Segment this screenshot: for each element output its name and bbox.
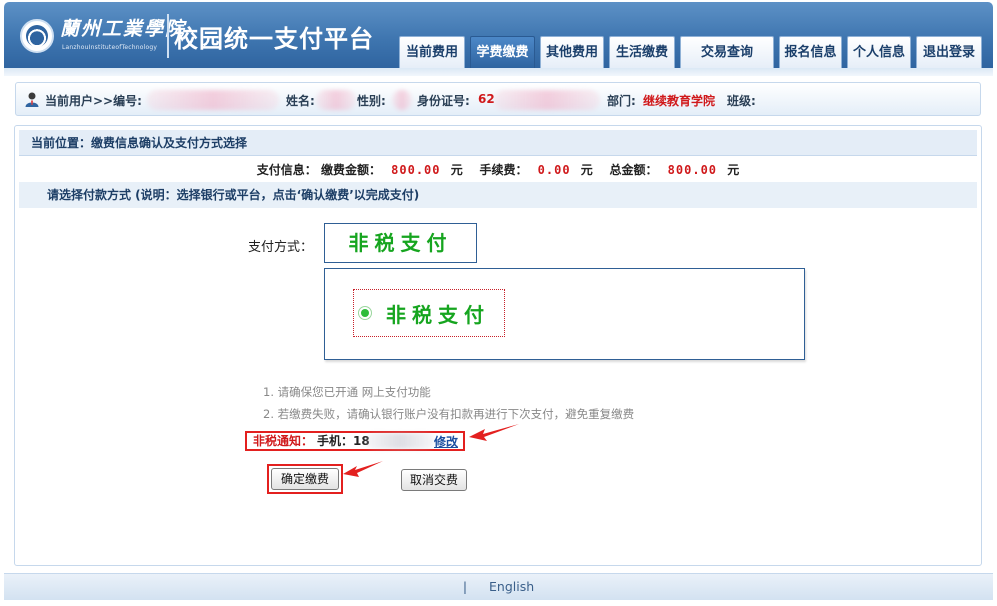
breadcrumb: 当前位置：缴费信息确认及支付方式选择 bbox=[19, 130, 977, 156]
tab-logout[interactable]: 退出登录 bbox=[916, 36, 982, 68]
id-number-label: 身份证号: bbox=[417, 94, 470, 108]
payment-method-instruction: 请选择付款方式 (说明：选择银行或平台，点击‘确认缴费’以完成支付) bbox=[19, 182, 977, 208]
current-user-label: 当前用户>>编号: bbox=[45, 94, 142, 108]
platform-title: 校园统一支付平台 bbox=[174, 25, 374, 53]
fee-label: 手续费： bbox=[479, 163, 528, 177]
gender-label: 性别: bbox=[357, 94, 386, 108]
total-label: 总金额： bbox=[609, 163, 658, 177]
payment-options-panel: 非税支付 bbox=[324, 268, 805, 360]
redacted-gender bbox=[392, 90, 412, 110]
footer-separator: | bbox=[462, 579, 468, 594]
cancel-payment-button[interactable]: 取消交费 bbox=[401, 469, 467, 491]
school-logo-icon bbox=[20, 19, 54, 53]
header-divider bbox=[167, 14, 169, 58]
tab-transaction-query[interactable]: 交易查询 bbox=[680, 36, 774, 68]
red-arrow-icon bbox=[469, 424, 519, 441]
page-footer: | English bbox=[4, 573, 993, 600]
header-band bbox=[4, 68, 993, 76]
user-icon bbox=[25, 92, 39, 107]
payment-option-nontax[interactable]: 非税支付 bbox=[353, 289, 505, 337]
class-label: 班级: bbox=[727, 94, 756, 108]
phone-label: 手机： bbox=[317, 434, 354, 448]
department-label: 部门: bbox=[607, 94, 636, 108]
tab-current-fees[interactable]: 当前费用 bbox=[399, 36, 465, 68]
payinfo-label: 支付信息： bbox=[256, 163, 317, 177]
english-link[interactable]: English bbox=[489, 579, 534, 594]
tab-tuition-payment[interactable]: 学费缴费 bbox=[470, 36, 535, 68]
confirm-button-highlight: 确定缴费 bbox=[267, 464, 343, 494]
note-2: 2. 若缴费失败，请确认银行账户没有扣款再进行下次支付，避免重复缴费 bbox=[263, 407, 635, 421]
tab-living-payment[interactable]: 生活缴费 bbox=[609, 36, 675, 68]
nontax-notice: 非税通知： 手机：18 修改 bbox=[245, 431, 465, 451]
confirm-payment-button[interactable]: 确定缴费 bbox=[271, 468, 339, 490]
total-unit: 元 bbox=[727, 163, 740, 177]
fee-value: 0.00 bbox=[537, 163, 571, 177]
redacted-id-number bbox=[494, 90, 600, 110]
modify-phone-link[interactable]: 修改 bbox=[434, 434, 458, 450]
name-label: 姓名: bbox=[286, 94, 315, 108]
total-value: 800.00 bbox=[667, 163, 718, 177]
tab-registration-info[interactable]: 报名信息 bbox=[779, 36, 842, 68]
tab-personal-info[interactable]: 个人信息 bbox=[847, 36, 911, 68]
main-panel: 当前位置：缴费信息确认及支付方式选择 支付信息： 缴费金额： 800.00 元 … bbox=[14, 125, 982, 566]
redacted-phone bbox=[365, 433, 435, 449]
notice-label: 非税通知： bbox=[253, 434, 314, 448]
id-number-value: 62 bbox=[478, 92, 495, 106]
amount-value: 800.00 bbox=[391, 163, 441, 177]
radio-selected-icon[interactable] bbox=[358, 306, 372, 320]
redacted-user-id bbox=[147, 90, 279, 110]
amount-unit: 元 bbox=[450, 163, 463, 177]
fee-unit: 元 bbox=[580, 163, 593, 177]
payment-method-label: 支付方式： bbox=[248, 240, 314, 255]
department-value: 继续教育学院 bbox=[643, 94, 716, 108]
payment-option-label: 非税支付 bbox=[386, 302, 490, 327]
redacted-name bbox=[316, 90, 356, 110]
user-info-bar: 当前用户>>编号: 姓名: 性别: 身份证号: 62 部门: 继续教育学院 班级… bbox=[15, 82, 981, 116]
selected-payment-method: 非税支付 bbox=[324, 223, 477, 263]
amount-label: 缴费金额： bbox=[320, 163, 381, 177]
school-name-en: LanzhouInstituteofTechnology bbox=[62, 44, 158, 51]
payment-info: 支付信息： 缴费金额： 800.00 元 手续费： 0.00 元 总金额： 80… bbox=[15, 161, 981, 178]
page-header: 蘭州工業學院 LanzhouInstituteofTechnology 校园统一… bbox=[4, 2, 993, 68]
tab-other-fees[interactable]: 其他费用 bbox=[540, 36, 604, 68]
note-1: 1. 请确保您已开通 网上支付功能 bbox=[263, 385, 431, 399]
red-arrow-icon bbox=[343, 461, 383, 477]
